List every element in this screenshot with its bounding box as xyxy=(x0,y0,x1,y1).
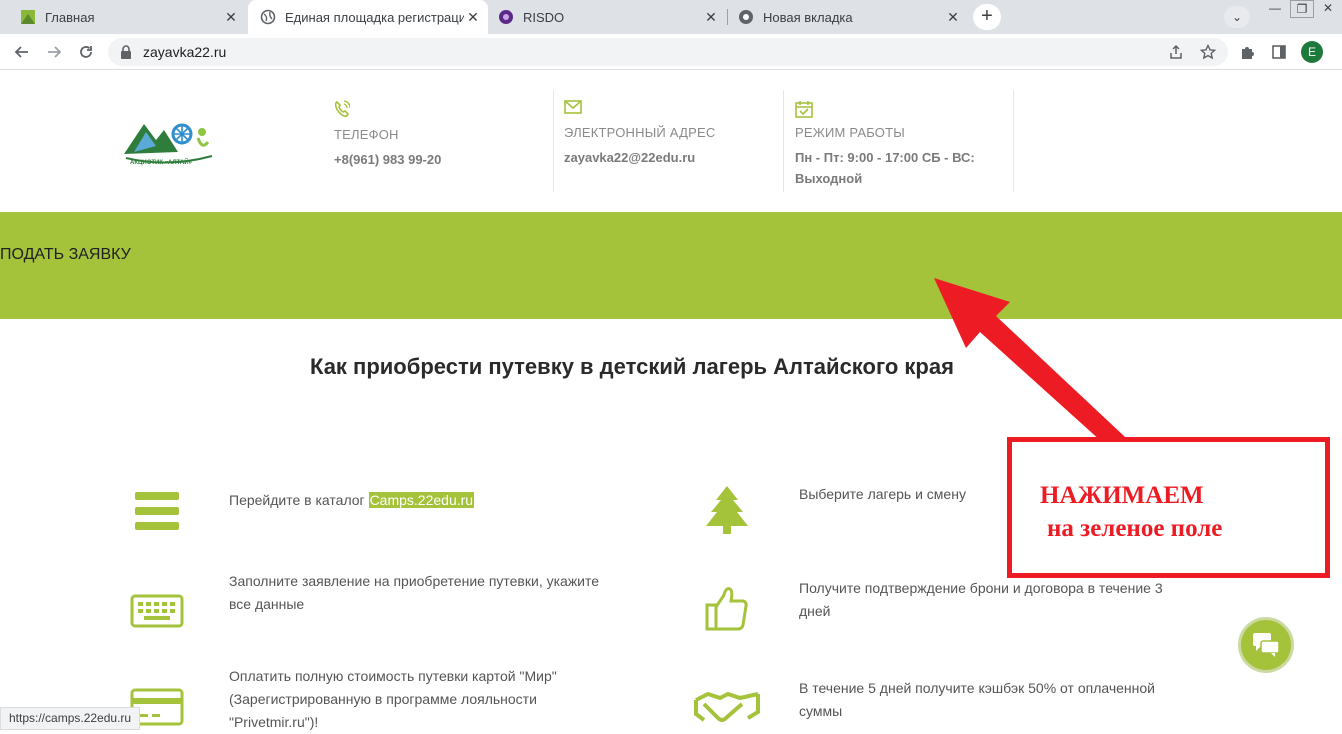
callout-line-1: НАЖИМАЕМ xyxy=(1040,482,1204,509)
divider xyxy=(783,90,784,192)
tab-strip: Главная ✕ Единая площадка регистрации ✕ … xyxy=(0,0,1342,34)
tree-icon xyxy=(706,486,748,534)
chat-bubbles-icon xyxy=(1253,633,1279,657)
maximize-button[interactable]: ❐ xyxy=(1290,0,1314,18)
hours-label: РЕЖИМ РАБОТЫ xyxy=(795,125,905,140)
logo-text: АКЦИОТИК «АЛТАЙ» xyxy=(130,158,193,166)
divider xyxy=(1013,90,1014,192)
tab-title: Новая вкладка xyxy=(763,9,853,25)
close-icon[interactable]: ✕ xyxy=(464,9,482,26)
email-value[interactable]: zayavka22@22edu.ru xyxy=(564,147,715,168)
tab-new[interactable]: Новая вкладка ✕ xyxy=(728,0,968,34)
hours-block: РЕЖИМ РАБОТЫ Пн - Пт: 9:00 - 17:00 СБ - … xyxy=(795,100,975,189)
step-catalog: Перейдите в каталог Camps.22edu.ru xyxy=(229,492,475,508)
menu-icon xyxy=(135,492,179,530)
step-payment: Оплатить полную стоимость путевки картой… xyxy=(229,668,557,730)
instruction-callout: НАЖИМАЕМ на зеленое поле xyxy=(1007,437,1330,578)
green-square-icon xyxy=(21,10,35,24)
close-icon[interactable]: ✕ xyxy=(944,9,962,26)
step-cashback: В течение 5 дней получите кэшбэк 50% от … xyxy=(799,680,1155,719)
minimize-button[interactable]: — xyxy=(1262,0,1288,18)
phone-block: ТЕЛЕФОН +8(961) 983 99-20 xyxy=(334,100,441,170)
url-text: zayavka22.ru xyxy=(143,44,227,60)
handshake-icon xyxy=(694,691,760,722)
address-bar[interactable]: zayavka22.ru xyxy=(108,38,1228,66)
tab-risdo[interactable]: RISDO ✕ xyxy=(488,0,726,34)
arrow-left-icon xyxy=(14,46,28,58)
chrome-icon xyxy=(739,10,753,24)
tab-title: Главная xyxy=(45,9,95,25)
step-confirmation: Получите подтверждение брони и договора … xyxy=(799,580,1163,619)
phone-icon xyxy=(334,100,351,118)
step-choose-camp: Выберите лагерь и смену xyxy=(799,486,966,502)
browser-toolbar: zayavka22.ru xyxy=(0,34,1342,70)
callout-line-2: на зеленое поле xyxy=(1047,515,1223,542)
risdo-icon xyxy=(499,10,513,24)
side-panel-icon[interactable] xyxy=(1269,42,1289,62)
reload-icon xyxy=(80,46,92,58)
site-logo[interactable]: АКЦИОТИК «АЛТАЙ» xyxy=(120,112,216,172)
tab-registration[interactable]: Единая площадка регистрации ✕ xyxy=(248,0,488,34)
tab-search-button[interactable]: ⌄ xyxy=(1224,6,1250,28)
phone-value[interactable]: +8(961) 983 99-20 xyxy=(334,149,441,170)
status-bar-url: https://camps.22edu.ru xyxy=(0,707,141,730)
step-fill-form: Заполните заявление на приобретение путе… xyxy=(229,573,600,612)
back-button[interactable] xyxy=(8,34,36,70)
email-block: ЭЛЕКТРОННЫЙ АДРЕС zayavka22@22edu.ru xyxy=(564,100,715,168)
close-icon[interactable]: ✕ xyxy=(702,9,720,26)
calendar-check-icon xyxy=(795,101,813,118)
phone-label: ТЕЛЕФОН xyxy=(334,127,399,142)
globe-icon xyxy=(260,9,276,25)
section-title: Как приобрести путевку в детский лагерь … xyxy=(310,354,954,379)
divider xyxy=(553,90,554,192)
profile-avatar[interactable]: E xyxy=(1301,41,1323,63)
catalog-link[interactable]: Camps.22edu.ru xyxy=(368,492,475,508)
tab-home[interactable]: Главная ✕ xyxy=(0,0,246,34)
envelope-icon xyxy=(564,100,582,114)
new-tab-button[interactable]: + xyxy=(973,4,1001,30)
email-label: ЭЛЕКТРОННЫЙ АДРЕС xyxy=(564,125,716,140)
extensions-puzzle-icon[interactable] xyxy=(1237,42,1257,62)
thumbs-up-icon xyxy=(705,587,748,631)
bookmark-star-icon[interactable] xyxy=(1198,42,1218,62)
submit-application-label[interactable]: ПОДАТЬ ЗАЯВКУ xyxy=(0,246,1342,264)
reload-button[interactable] xyxy=(72,34,100,70)
hours-value: Пн - Пт: 9:00 - 17:00 СБ - ВС: Выходной xyxy=(795,150,975,186)
close-icon[interactable]: ✕ xyxy=(222,9,240,26)
lock-icon xyxy=(121,45,131,59)
keyboard-icon xyxy=(130,594,184,628)
tab-title: Единая площадка регистрации xyxy=(285,9,464,25)
arrow-right-icon xyxy=(48,46,62,58)
close-window-button[interactable]: ✕ xyxy=(1316,0,1340,18)
chat-widget-button[interactable] xyxy=(1238,617,1294,673)
tab-title: RISDO xyxy=(523,9,565,25)
forward-button[interactable] xyxy=(40,34,68,70)
share-icon[interactable] xyxy=(1166,42,1186,62)
